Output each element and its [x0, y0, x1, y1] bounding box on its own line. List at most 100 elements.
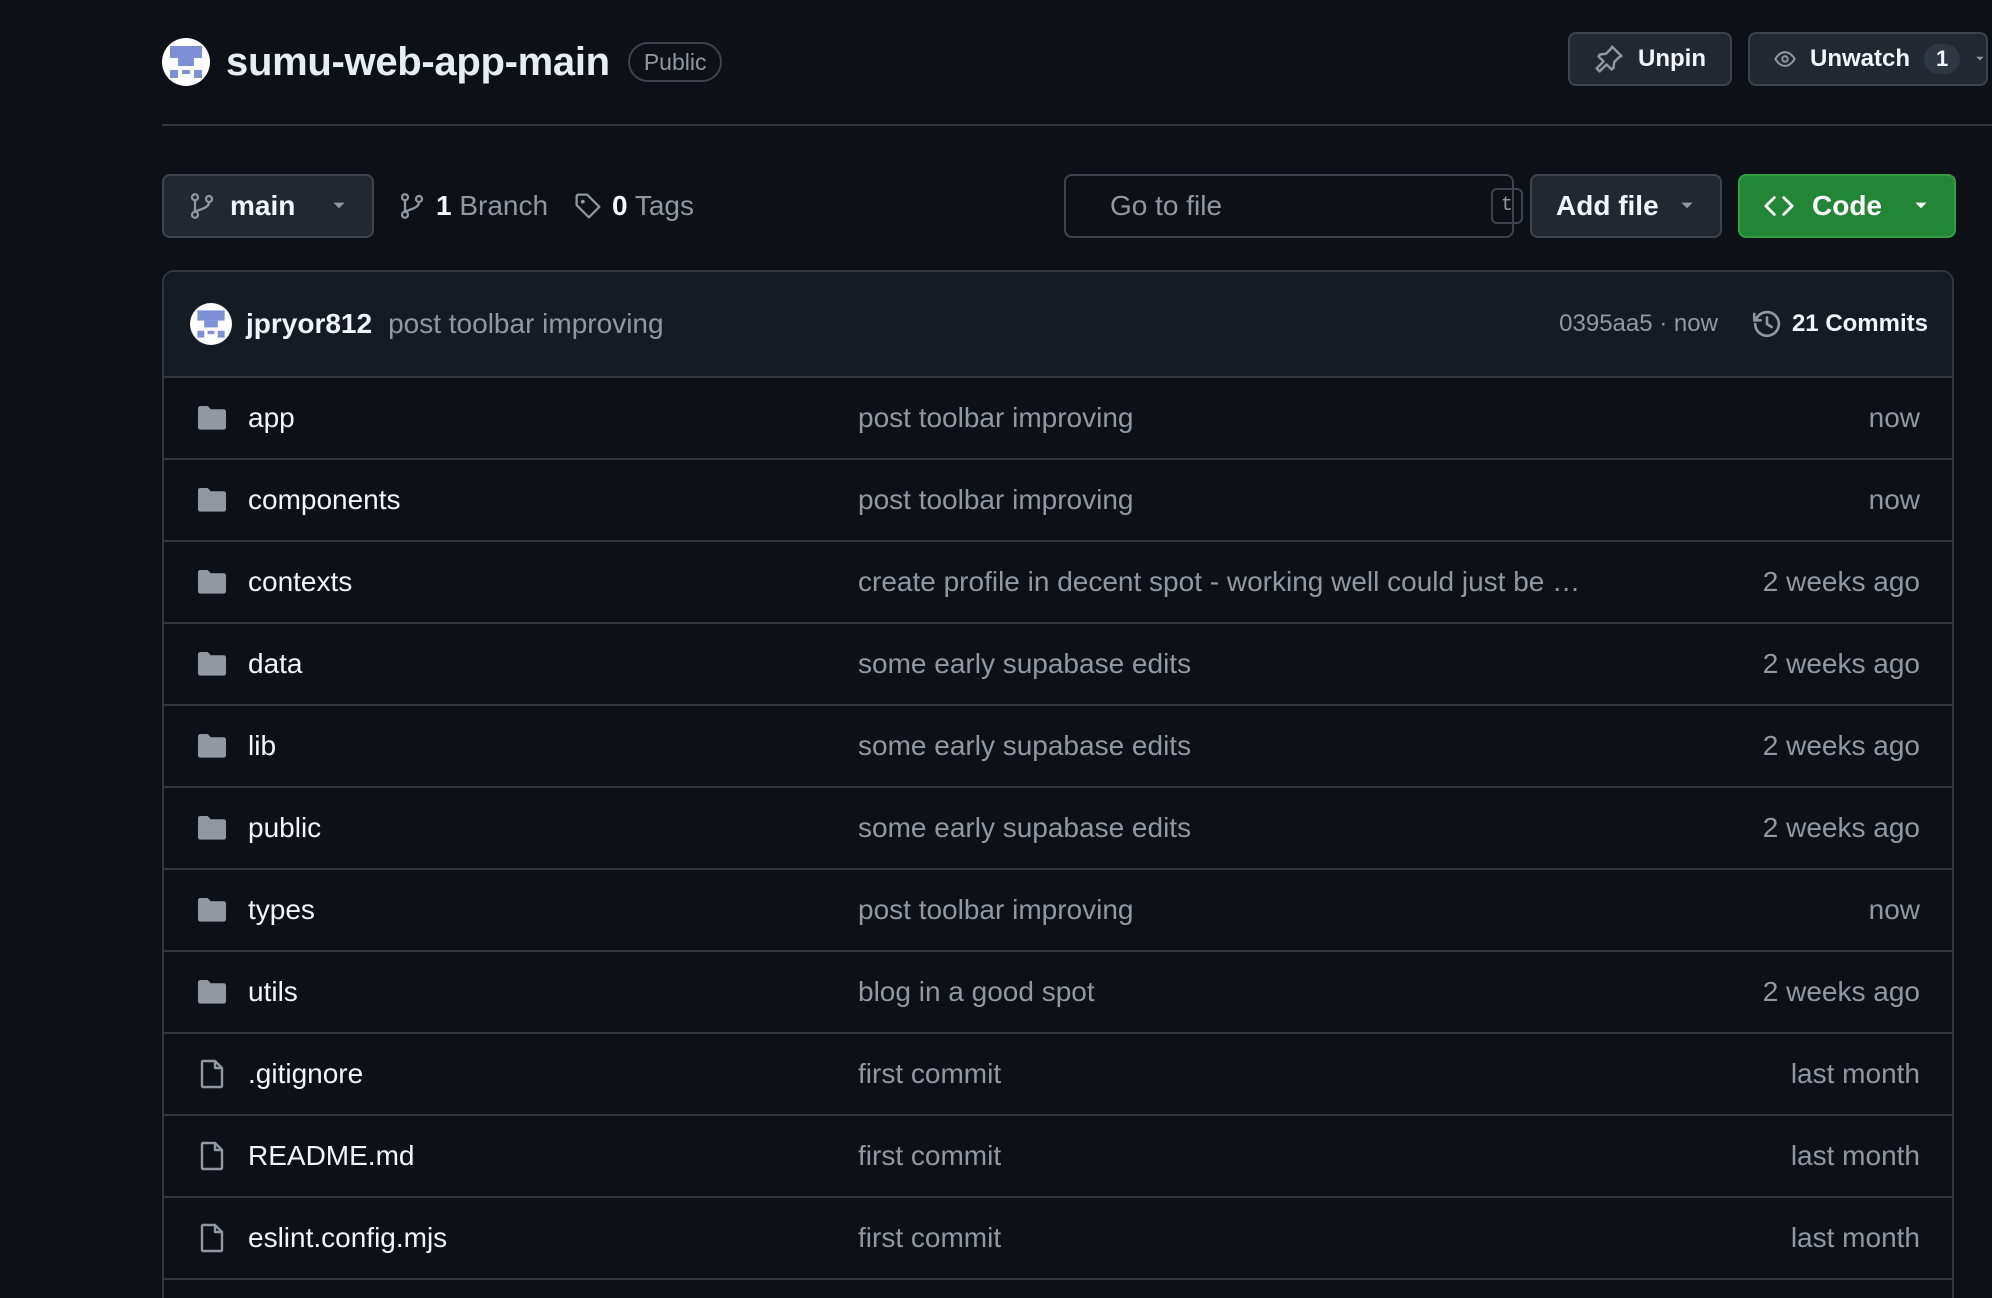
file-commit-message[interactable]: post toolbar improving	[858, 402, 1614, 434]
file-name-link[interactable]: data	[248, 648, 858, 680]
file-commit-message[interactable]: post toolbar improving	[858, 894, 1614, 926]
folder-icon	[196, 894, 228, 926]
tag-icon	[575, 193, 601, 219]
go-to-file-search[interactable]: t	[1064, 174, 1524, 238]
branch-name: main	[230, 190, 296, 221]
file-commit-age: 2 weeks ago	[1762, 566, 1920, 597]
repo-title: sumu-web-app-main Public	[162, 38, 723, 86]
branch-label: Branch	[459, 190, 549, 221]
file-name-link[interactable]: utils	[248, 976, 858, 1008]
folder-icon	[196, 976, 228, 1008]
add-file-label: Add file	[1556, 190, 1659, 221]
header-actions: Unpin Unwatch 1	[1568, 32, 1988, 86]
code-label: Code	[1812, 190, 1882, 221]
branches-link[interactable]: 1 Branch	[398, 174, 548, 238]
file-name-link[interactable]: README.md	[248, 1140, 858, 1172]
tags-link[interactable]: 0 Tags	[574, 174, 694, 238]
code-icon	[1764, 196, 1794, 216]
caret-down-icon	[1915, 202, 1927, 209]
file-commit-age: 2 weeks ago	[1762, 812, 1920, 843]
file-commit-message[interactable]: first commit	[858, 1058, 1614, 1090]
caret-down-icon	[1976, 56, 1984, 61]
unwatch-button[interactable]: Unwatch 1	[1747, 32, 1988, 86]
identicon-icon	[170, 46, 202, 78]
file-commit-message[interactable]: blog in a good spot	[858, 976, 1614, 1008]
file-list: app post toolbar improving now components po…	[164, 378, 1952, 1280]
file-icon	[196, 1222, 228, 1254]
folder-icon	[196, 402, 228, 434]
file-commit-age: 2 weeks ago	[1762, 976, 1920, 1007]
file-commit-age: 2 weeks ago	[1762, 730, 1920, 761]
commits-count-label: 21 Commits	[1791, 310, 1928, 337]
file-name-link[interactable]: components	[248, 484, 858, 516]
file-name-link[interactable]: app	[248, 402, 858, 434]
commit-author-avatar[interactable]	[190, 303, 232, 345]
file-commit-age: now	[1868, 484, 1920, 515]
file-commit-message[interactable]: some early supabase edits	[858, 648, 1614, 680]
file-commit-message[interactable]: first commit	[858, 1140, 1614, 1172]
commit-author[interactable]: jpryor812	[246, 308, 372, 340]
search-shortcut-hint: t	[1491, 188, 1524, 224]
folder-icon	[196, 484, 228, 516]
history-icon	[1752, 310, 1781, 338]
file-commit-age: now	[1868, 894, 1920, 925]
repo-toolbar: main 1 Branch 0 Tags Go to file t Add fi…	[162, 174, 1956, 238]
folder-icon	[196, 730, 228, 762]
folder-icon	[196, 566, 228, 598]
file-commit-message[interactable]: some early supabase edits	[858, 812, 1614, 844]
eye-icon	[1774, 51, 1796, 67]
git-branch-icon	[190, 193, 214, 219]
owner-avatar[interactable]	[162, 38, 210, 86]
tag-count: 0	[612, 190, 628, 221]
branch-selector[interactable]: main	[162, 174, 374, 238]
commits-link[interactable]: 21 Commits	[1752, 309, 1928, 339]
file-name-link[interactable]: contexts	[248, 566, 858, 598]
go-to-file-input[interactable]	[1108, 189, 1473, 223]
file-table: jpryor812 post toolbar improving 0395aa5…	[162, 270, 1954, 1298]
commit-message[interactable]: post toolbar improving	[388, 308, 663, 340]
latest-commit-bar: jpryor812 post toolbar improving 0395aa5…	[164, 272, 1952, 378]
file-name-link[interactable]: types	[248, 894, 858, 926]
file-commit-message[interactable]: some early supabase edits	[858, 730, 1614, 762]
watch-count: 1	[1924, 44, 1961, 74]
visibility-badge: Public	[627, 42, 723, 82]
file-name-link[interactable]: .gitignore	[248, 1058, 858, 1090]
file-row[interactable]: lib some early supabase edits 2 weeks ago	[164, 706, 1952, 788]
pin-icon	[1595, 45, 1623, 73]
git-branch-icon	[400, 193, 424, 219]
commit-hash-time[interactable]: 0395aa5 · now	[1559, 310, 1718, 338]
file-row[interactable]: app post toolbar improving now	[164, 378, 1952, 460]
repo-header: sumu-web-app-main Public Unpin Unwatch 1	[162, 30, 1992, 126]
unpin-button[interactable]: Unpin	[1568, 32, 1732, 86]
file-row[interactable]: README.md first commit last month	[164, 1116, 1952, 1198]
file-row[interactable]: eslint.config.mjs first commit last month	[164, 1198, 1952, 1280]
file-row[interactable]: .gitignore first commit last month	[164, 1034, 1952, 1116]
file-row[interactable]: utils blog in a good spot 2 weeks ago	[164, 952, 1952, 1034]
caret-down-icon	[1681, 202, 1693, 209]
file-icon	[196, 1058, 228, 1090]
file-row[interactable]: public some early supabase edits 2 weeks a…	[164, 788, 1952, 870]
file-row[interactable]: components post toolbar improving now	[164, 460, 1952, 542]
file-commit-message[interactable]: post toolbar improving	[858, 484, 1614, 516]
unwatch-label: Unwatch	[1809, 45, 1910, 72]
file-row[interactable]: data some early supabase edits 2 weeks ago	[164, 624, 1952, 706]
file-commit-message[interactable]: first commit	[858, 1222, 1614, 1254]
identicon-icon	[197, 310, 225, 338]
code-button[interactable]: Code	[1738, 174, 1956, 238]
file-name-link[interactable]: public	[248, 812, 858, 844]
file-commit-age: last month	[1790, 1222, 1920, 1253]
file-commit-message[interactable]: create profile in decent spot - working …	[858, 566, 1614, 598]
caret-down-icon	[333, 202, 345, 209]
repo-name[interactable]: sumu-web-app-main	[226, 40, 610, 85]
folder-icon	[196, 812, 228, 844]
add-file-button[interactable]: Add file	[1530, 174, 1722, 238]
file-row[interactable]: contexts create profile in decent spot - …	[164, 542, 1952, 624]
repo-page: sumu-web-app-main Public Unpin Unwatch 1	[0, 0, 1992, 1298]
file-row[interactable]: types post toolbar improving now	[164, 870, 1952, 952]
file-name-link[interactable]: lib	[248, 730, 858, 762]
branch-count: 1	[436, 190, 452, 221]
file-commit-age: 2 weeks ago	[1762, 648, 1920, 679]
tag-label: Tags	[634, 190, 695, 221]
file-name-link[interactable]: eslint.config.mjs	[248, 1222, 858, 1254]
unpin-label: Unpin	[1638, 45, 1706, 72]
